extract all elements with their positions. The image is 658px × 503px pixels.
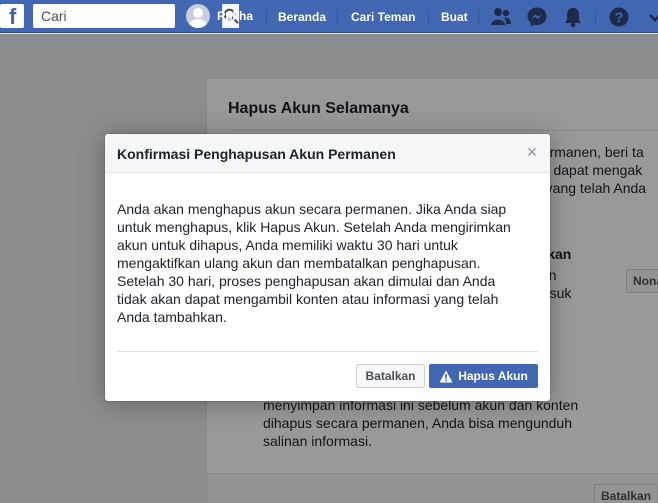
nav-find-friends-link[interactable]: Cari Teman (351, 0, 415, 33)
confirm-delete-dialog: Konfirmasi Penghapusan Akun Permanen × A… (105, 134, 550, 401)
nav-separator (428, 9, 429, 25)
warning-icon (439, 370, 453, 382)
nav-separator (478, 9, 479, 25)
nav-separator (337, 9, 338, 25)
account-menu-icon[interactable] (643, 5, 658, 29)
nav-home-link[interactable]: Beranda (278, 0, 326, 33)
help-icon[interactable]: ? (607, 5, 631, 29)
avatar (186, 4, 210, 28)
cancel-button[interactable]: Batalkan (356, 364, 425, 388)
friend-requests-icon[interactable] (489, 5, 513, 29)
nav-home-label: Beranda (278, 9, 327, 24)
nav-create-label: Buat (441, 9, 468, 24)
dialog-message: Anda akan menghapus akun secara permanen… (117, 201, 511, 325)
profile-name: Rakha (217, 9, 254, 23)
dialog-title: Konfirmasi Penghapusan Akun Permanen (117, 146, 396, 162)
notifications-icon[interactable] (561, 5, 585, 29)
divider (117, 351, 538, 352)
delete-account-label: Hapus Akun (458, 369, 528, 383)
facebook-logo[interactable]: f (0, 4, 24, 29)
nav-separator (266, 9, 267, 25)
close-icon[interactable]: × (525, 143, 539, 161)
svg-text:?: ? (615, 9, 624, 25)
nav-separator (595, 9, 596, 25)
dialog-header: Konfirmasi Penghapusan Akun Permanen × (105, 134, 550, 173)
delete-account-button[interactable]: Hapus Akun (429, 364, 538, 388)
nav-find-friends-label: Cari Teman (351, 9, 416, 24)
nav-create-link[interactable]: Buat (441, 0, 468, 33)
facebook-logo-letter: f (9, 4, 17, 29)
messenger-icon[interactable] (525, 5, 549, 29)
search-box (33, 4, 239, 28)
nav-profile-link[interactable]: Rakha (186, 4, 253, 28)
top-navigation-bar: f Rakha Beranda Cari Teman Buat (0, 0, 658, 33)
